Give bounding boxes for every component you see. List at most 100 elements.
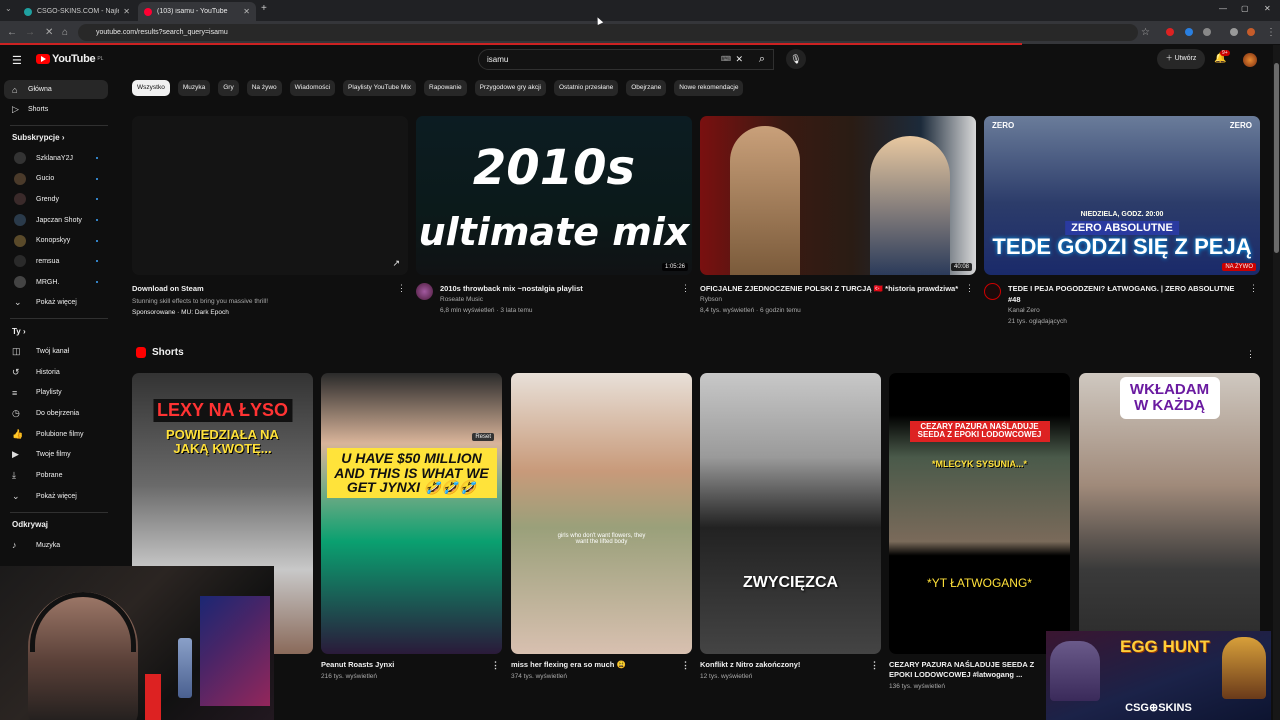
- sidebar-item-home[interactable]: ⌂ Główna: [4, 80, 108, 99]
- video-title[interactable]: TEDE I PEJA POGODZENI? ŁATWOGANG. | ZERO…: [1008, 283, 1246, 305]
- short-card[interactable]: CEZARY PAZURA NAŚLADUJE SEEDA Z EPOKI LO…: [889, 373, 1070, 692]
- browser-menu-icon[interactable]: ⋮: [1266, 27, 1276, 38]
- tab-youtube[interactable]: (103) isamu - YouTube ✕: [138, 2, 256, 21]
- sidebar-item-music[interactable]: ♪ Muzyka: [0, 535, 118, 556]
- short-thumbnail[interactable]: WKŁADAM W KAŻDĄ: [1079, 373, 1260, 654]
- subscriptions-header[interactable]: Subskrypcje ›: [0, 128, 118, 148]
- short-title[interactable]: Konflikt z Nitro zakończony!: [700, 660, 800, 669]
- subscription-item[interactable]: SzklanaY2J: [0, 148, 118, 169]
- stop-icon[interactable]: ✕: [45, 27, 53, 38]
- channel-name[interactable]: Roseate Music: [440, 294, 678, 305]
- video-card[interactable]: 40:08 OFICJALNE ZJEDNOCZENIE POLSKI Z TU…: [700, 116, 976, 316]
- menu-icon[interactable]: ☰: [12, 54, 22, 67]
- short-thumbnail[interactable]: ZWYCIĘZCA: [700, 373, 881, 654]
- chip-music[interactable]: Muzyka: [177, 80, 211, 96]
- subscription-item[interactable]: Japczan Shoty: [0, 210, 118, 231]
- maximize-icon[interactable]: ▢: [1241, 4, 1249, 13]
- channel-name[interactable]: Rybson: [700, 294, 962, 305]
- youtube-logo[interactable]: YouTube PL: [36, 53, 103, 65]
- chip-games[interactable]: Gry: [218, 80, 239, 96]
- scrollbar-thumb[interactable]: [1274, 63, 1279, 253]
- short-thumbnail[interactable]: girls who don't want flowers, they want …: [511, 373, 692, 654]
- sidebar-item-show-more[interactable]: ⌄ Pokaż więcej: [0, 486, 118, 507]
- external-link-icon[interactable]: ↗: [392, 258, 400, 269]
- more-options-icon[interactable]: ⋮: [1249, 283, 1258, 294]
- sidebar-item-history[interactable]: ↺ Historia: [0, 362, 118, 383]
- sidebar-item-shorts[interactable]: ▷ Shorts: [0, 99, 118, 120]
- video-thumbnail[interactable]: ZERO ZERO NIEDZIELA, GODZ. 20:00 ZERO AB…: [984, 116, 1260, 275]
- subscription-item[interactable]: Grendy: [0, 189, 118, 210]
- tab-close-icon[interactable]: ✕: [123, 7, 130, 16]
- video-thumbnail[interactable]: ↗: [132, 116, 408, 275]
- short-card[interactable]: WKŁADAM W KAŻDĄ: [1079, 373, 1260, 654]
- subscription-item[interactable]: Gucio: [0, 168, 118, 189]
- more-options-icon[interactable]: ⋮: [491, 660, 500, 670]
- chip-mix-playlists[interactable]: Playlisty YouTube Mix: [343, 80, 417, 96]
- video-title[interactable]: Download on Steam: [132, 283, 394, 294]
- channel-avatar[interactable]: [984, 283, 1001, 300]
- short-card[interactable]: U HAVE $50 MILLION AND THIS IS WHAT WE G…: [321, 373, 502, 682]
- page-scrollbar[interactable]: [1273, 45, 1280, 720]
- extension-icon[interactable]: [1166, 28, 1174, 36]
- minimize-icon[interactable]: —: [1219, 4, 1227, 13]
- chip-recently-uploaded[interactable]: Ostatnio przesłane: [554, 80, 619, 96]
- search-button[interactable]: ⌕: [745, 49, 779, 70]
- create-button[interactable]: ＋ Utwórz: [1157, 49, 1205, 69]
- shorts-more-icon[interactable]: ⋮: [1246, 349, 1255, 360]
- short-title[interactable]: miss her flexing era so much 😩: [511, 660, 626, 669]
- close-window-icon[interactable]: ✕: [1264, 4, 1271, 13]
- chip-all[interactable]: Wszystko: [132, 80, 170, 96]
- short-thumbnail[interactable]: U HAVE $50 MILLION AND THIS IS WHAT WE G…: [321, 373, 502, 654]
- more-options-icon[interactable]: ⋮: [870, 660, 879, 670]
- more-options-icon[interactable]: ⋮: [681, 660, 690, 670]
- short-card[interactable]: ZWYCIĘZCA Konflikt z Nitro zakończony! ⋮ …: [700, 373, 881, 682]
- keyboard-icon[interactable]: ⌨: [721, 55, 731, 63]
- more-options-icon[interactable]: ⋮: [397, 283, 406, 294]
- subscription-item[interactable]: remsua: [0, 251, 118, 272]
- search-input[interactable]: isamu ⌨ ✕: [478, 49, 774, 70]
- chip-action-adventure[interactable]: Przygodowe gry akcji: [474, 80, 546, 96]
- extension-icon[interactable]: [1185, 28, 1193, 36]
- more-options-icon[interactable]: ⋮: [681, 283, 690, 294]
- you-header[interactable]: Ty ›: [0, 321, 118, 341]
- short-title[interactable]: CEZARY PAZURA NAŚLADUJE SEEDA Z EPOKI LO…: [889, 660, 1034, 679]
- chip-watched[interactable]: Obejrzane: [626, 80, 667, 96]
- url-field[interactable]: youtube.com/results?search_query=isamu: [78, 24, 1138, 41]
- sidebar-item-playlists[interactable]: ≡ Playlisty: [0, 383, 118, 404]
- chip-news[interactable]: Wiadomości: [289, 80, 336, 96]
- account-avatar[interactable]: [1243, 53, 1257, 67]
- sidebar-item-liked[interactable]: 👍 Polubione filmy: [0, 424, 118, 445]
- sidebar-item-watch-later[interactable]: ◷ Do obejrzenia: [0, 403, 118, 424]
- forward-icon[interactable]: →: [25, 27, 35, 38]
- sidebar-item-your-channel[interactable]: ◫ Twój kanał: [0, 341, 118, 362]
- short-thumbnail[interactable]: CEZARY PAZURA NAŚLADUJE SEEDA Z EPOKI LO…: [889, 373, 1070, 654]
- video-title[interactable]: OFICJALNE ZJEDNOCZENIE POLSKI Z TURCJĄ 🇹…: [700, 283, 962, 294]
- sidebar-item-downloads[interactable]: ⤓ Pobrane: [0, 465, 118, 486]
- channel-name[interactable]: Kanał Zero: [1008, 305, 1246, 316]
- chip-live[interactable]: Na żywo: [246, 80, 282, 96]
- video-card-live[interactable]: ZERO ZERO NIEDZIELA, GODZ. 20:00 ZERO AB…: [984, 116, 1260, 327]
- tab-csgo-skins[interactable]: CSGO-SKINS.COM - Najlepsza ✕: [18, 2, 136, 21]
- extension-icon[interactable]: [1230, 28, 1238, 36]
- chip-new-recommendations[interactable]: Nowe rekomendacje: [674, 80, 744, 96]
- profile-avatar[interactable]: [1247, 28, 1255, 36]
- chip-rap[interactable]: Rapowanie: [424, 80, 467, 96]
- short-title[interactable]: Peanut Roasts Jynxi: [321, 660, 394, 669]
- clear-search-icon[interactable]: ✕: [735, 54, 743, 65]
- more-options-icon[interactable]: ⋮: [965, 283, 974, 294]
- home-browser-icon[interactable]: ⌂: [62, 27, 68, 38]
- short-card[interactable]: girls who don't want flowers, they want …: [511, 373, 692, 682]
- sidebar-item-your-videos[interactable]: ▶ Twoje filmy: [0, 445, 118, 466]
- extension-icon[interactable]: [1203, 28, 1211, 36]
- subscription-item[interactable]: MRGH.: [0, 272, 118, 293]
- channel-avatar[interactable]: [416, 283, 433, 300]
- subscription-item[interactable]: Konopskyy: [0, 230, 118, 251]
- video-title[interactable]: 2010s throwback mix ~nostalgia playlist: [440, 283, 678, 294]
- tab-search-icon[interactable]: ⌄: [5, 4, 12, 13]
- video-card-ad[interactable]: ↗ Download on Steam Stunning skill effec…: [132, 116, 408, 318]
- video-card[interactable]: 2010s ultimate mix 1:05:26 2010s throwba…: [416, 116, 692, 316]
- video-thumbnail[interactable]: 40:08: [700, 116, 976, 275]
- bookmark-star-icon[interactable]: ☆: [1141, 27, 1150, 38]
- notifications-icon[interactable]: 🔔 9+: [1214, 50, 1230, 64]
- voice-search-button[interactable]: 🎙: [786, 49, 806, 69]
